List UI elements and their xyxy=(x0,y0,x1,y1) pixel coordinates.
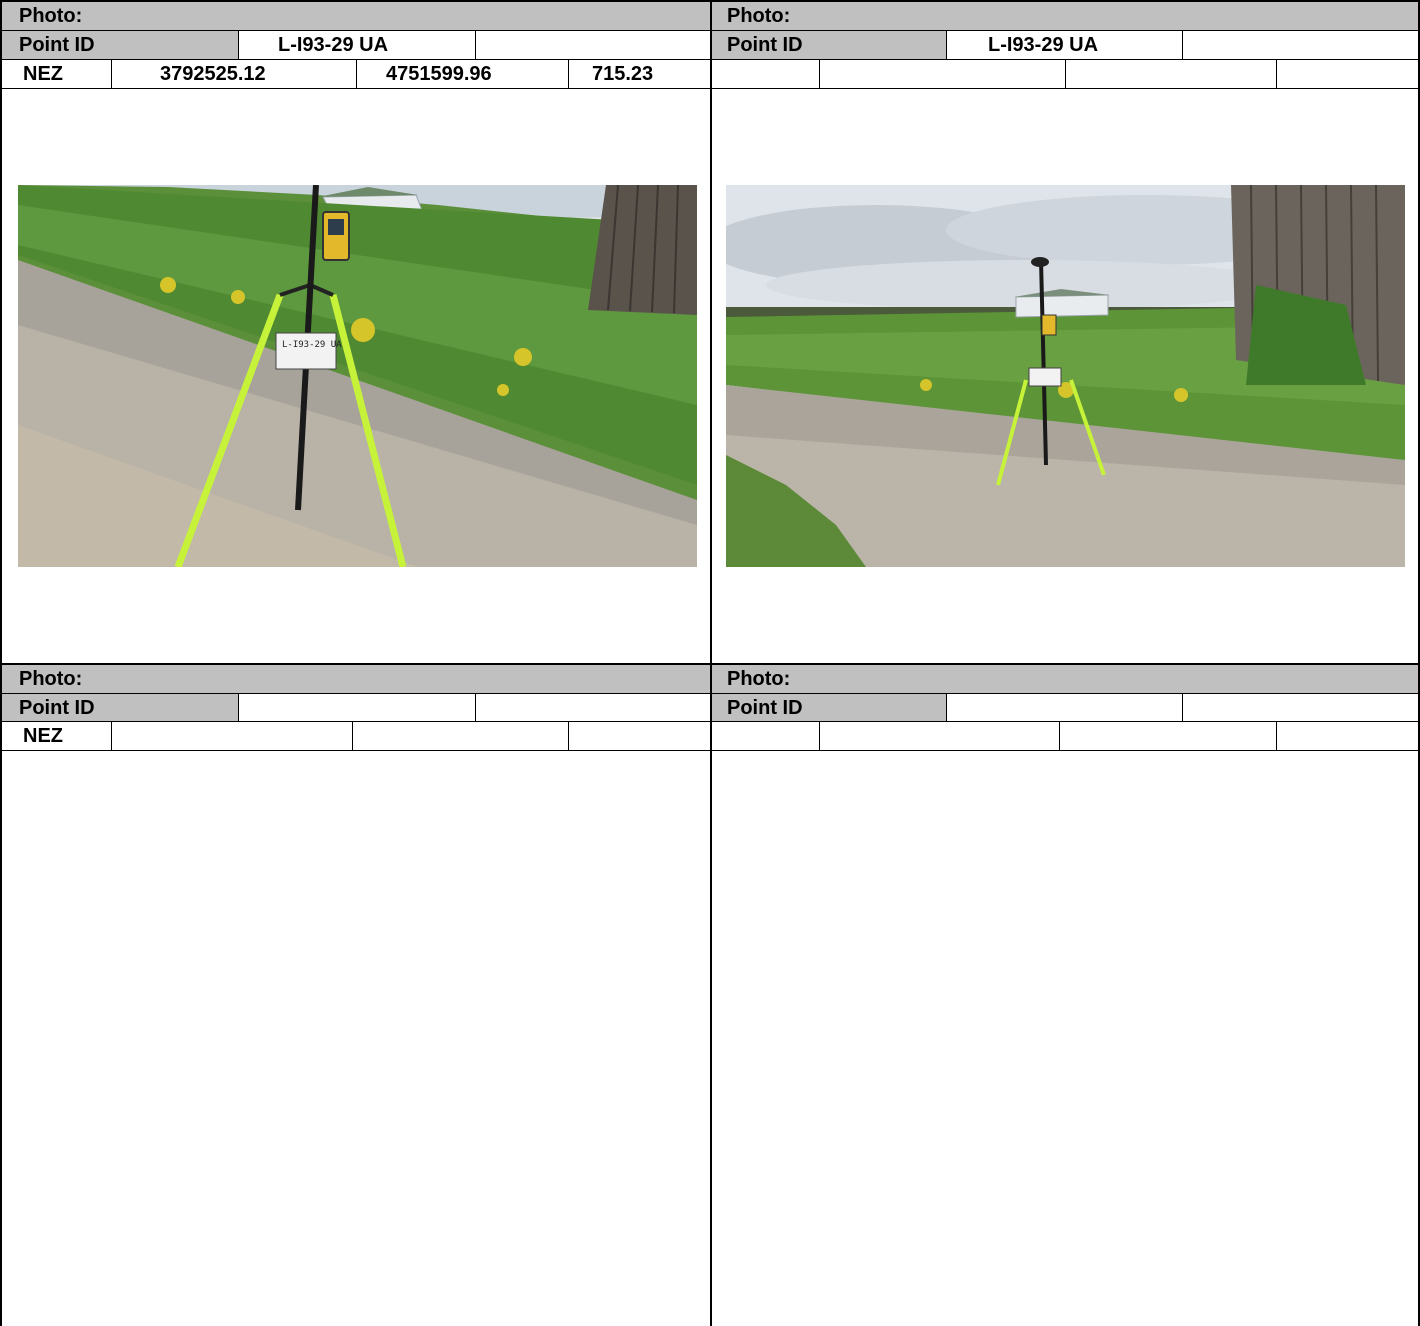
photo-header-row-bottom-right xyxy=(711,664,1420,694)
point-id-label: Point ID xyxy=(727,34,803,56)
photo-header-row-top-left xyxy=(0,0,711,31)
grid-line xyxy=(0,693,1420,694)
nez-label: NEZ xyxy=(23,725,63,747)
grid-line xyxy=(238,31,239,59)
grid-line xyxy=(0,663,1420,665)
point-id-label: Point ID xyxy=(19,697,95,719)
point-sign-text: L-I93-29 UA xyxy=(282,340,342,350)
photo-header-row-top-right xyxy=(711,0,1420,31)
grid-line xyxy=(475,31,476,59)
grid-line xyxy=(568,722,569,750)
point-id-label: Point ID xyxy=(727,697,803,719)
photo-label: Photo: xyxy=(727,5,791,27)
easting-value: 4751599.96 xyxy=(386,63,492,85)
nez-label: NEZ xyxy=(23,63,63,85)
grid-line xyxy=(238,694,239,721)
grid-line xyxy=(0,721,1420,722)
grid-line xyxy=(946,31,947,59)
grid-line xyxy=(819,722,820,750)
northing-value: 3792525.12 xyxy=(160,63,266,85)
grid-line xyxy=(1182,31,1183,59)
photo-label: Photo: xyxy=(727,668,791,690)
grid-line xyxy=(352,722,353,750)
grid-line xyxy=(568,60,569,88)
site-photo-close-up: L-I93-29 UA xyxy=(18,185,697,567)
photo-label: Photo: xyxy=(19,668,83,690)
grid-line xyxy=(475,694,476,721)
grid-line xyxy=(0,750,1420,751)
grid-line xyxy=(111,722,112,750)
point-id-value: L-I93-29 UA xyxy=(278,34,389,56)
grid-line xyxy=(946,694,947,721)
grid-line xyxy=(1276,722,1277,750)
grid-line xyxy=(1065,60,1066,88)
elevation-value: 715.23 xyxy=(592,63,654,85)
grid-line xyxy=(111,60,112,88)
photo-header-row-bottom-left xyxy=(0,664,711,694)
grid-line xyxy=(1182,694,1183,721)
grid-line xyxy=(1276,60,1277,88)
point-id-label: Point ID xyxy=(19,34,95,56)
grid-line xyxy=(819,60,820,88)
grid-line xyxy=(0,88,1420,89)
site-photo-wide xyxy=(726,185,1405,567)
grid-line xyxy=(356,60,357,88)
grid-line xyxy=(0,30,1420,31)
grid-line xyxy=(1059,722,1060,750)
photo-label: Photo: xyxy=(19,5,83,27)
grid-line xyxy=(0,59,1420,60)
point-id-value: L-I93-29 UA xyxy=(988,34,1099,56)
